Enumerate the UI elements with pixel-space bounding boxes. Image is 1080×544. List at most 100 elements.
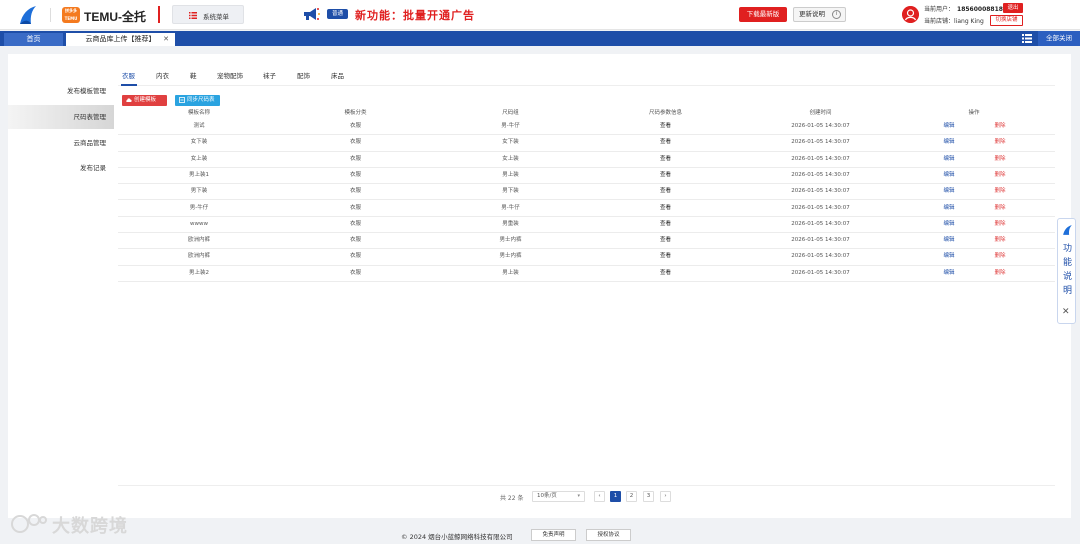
user-avatar-icon[interactable] [902, 6, 919, 23]
tab-accessories[interactable]: 配饰 [297, 70, 310, 80]
system-menu-button[interactable]: 系统菜单 [172, 5, 244, 24]
cell-created-time: 2026-01-05 14:30:07 [791, 269, 850, 276]
update-notes-button[interactable]: 更新说明 i [793, 7, 846, 22]
brand-accent-bar [158, 6, 160, 23]
table-row: 男下装 衣服 男下装 查看 2026-01-05 14:30:07 编辑 删除 [118, 184, 1055, 201]
page-tab-bar: 首页 云商品库上传【推荐】 ✕ 全部关闭 [0, 31, 1080, 46]
tab-shoes[interactable]: 鞋 [190, 70, 197, 80]
prev-page-button[interactable]: ‹ [594, 491, 605, 502]
delete-button[interactable]: 删除 [989, 233, 1011, 247]
cell-category: 衣服 [349, 269, 361, 276]
view-size-info-link[interactable]: 查看 [588, 249, 743, 263]
edit-button[interactable]: 编辑 [938, 152, 960, 166]
sidebar-item-cloud-products[interactable]: 云商品管理 [8, 131, 114, 155]
edit-button[interactable]: 编辑 [938, 233, 960, 247]
sidebar-item-publish-records[interactable]: 发布记录 [8, 156, 114, 180]
logout-button[interactable]: 退出 [1003, 3, 1023, 13]
download-latest-button[interactable]: 下载最新版 [739, 7, 787, 22]
license-button[interactable]: 授权协议 [586, 529, 631, 541]
view-size-info-link[interactable]: 查看 [588, 135, 743, 149]
table-row: 测试 衣服 男-牛仔 查看 2026-01-05 14:30:07 编辑 删除 [118, 119, 1055, 136]
view-size-info-link[interactable]: 查看 [588, 233, 743, 247]
switch-store-button[interactable]: 切换店铺 [990, 15, 1023, 26]
edit-button[interactable]: 编辑 [938, 119, 960, 133]
tab-list-icon[interactable] [1022, 34, 1032, 43]
cell-category: 衣服 [349, 123, 361, 129]
view-size-info-link[interactable]: 查看 [588, 184, 743, 198]
page-2-button[interactable]: 2 [626, 491, 637, 502]
view-size-info-link[interactable]: 查看 [588, 266, 743, 280]
delete-button[interactable]: 删除 [989, 152, 1011, 166]
cell-category: 衣服 [349, 171, 361, 178]
delete-button[interactable]: 删除 [989, 217, 1011, 231]
view-size-info-link[interactable]: 查看 [588, 201, 743, 215]
tab-home[interactable]: 首页 [4, 33, 63, 46]
disclaimer-button[interactable]: 免责声明 [531, 529, 576, 541]
edit-button[interactable]: 编辑 [938, 266, 960, 280]
cell-size-group: 男上装 [502, 269, 519, 276]
cell-size-group: 女上装 [502, 155, 519, 162]
sidebar-item-size-charts[interactable]: 尺码表管理 [8, 105, 114, 129]
sidebar-item-publish-templates[interactable]: 发布模板管理 [8, 79, 114, 103]
total-count: 共 22 条 [500, 495, 524, 502]
edit-button[interactable]: 编辑 [938, 217, 960, 231]
view-size-info-link[interactable]: 查看 [588, 119, 743, 133]
edit-button[interactable]: 编辑 [938, 135, 960, 149]
view-size-info-link[interactable]: 查看 [588, 217, 743, 231]
next-page-button[interactable]: › [660, 491, 671, 502]
sync-size-chart-label: 同步尺码表 [187, 97, 215, 103]
delete-button[interactable]: 删除 [989, 201, 1011, 215]
column-header-actions: 操作 [968, 110, 980, 116]
cell-template-name: 男下装 [190, 188, 208, 195]
cell-size-group: 女下装 [502, 139, 519, 146]
page-1-button[interactable]: 1 [610, 491, 621, 502]
edit-button[interactable]: 编辑 [938, 201, 960, 215]
tab-bedding[interactable]: 床品 [331, 70, 344, 80]
delete-button[interactable]: 删除 [989, 266, 1011, 280]
tab-socks[interactable]: 袜子 [263, 70, 276, 80]
sync-size-chart-button[interactable]: 同步尺码表 [175, 95, 220, 106]
view-size-info-link[interactable]: 查看 [588, 168, 743, 182]
delete-button[interactable]: 删除 [989, 184, 1011, 198]
tab-clothing[interactable]: 衣服 [122, 70, 135, 80]
tab-cloud-upload-label: 云商品库上传【推荐】 [85, 35, 156, 43]
active-tab-indicator [121, 84, 137, 86]
announcement-tag: 普通 [327, 9, 348, 19]
cell-category: 衣服 [349, 204, 361, 211]
sidebar: 发布模板管理 尺码表管理 云商品管理 发布记录 [8, 54, 114, 518]
view-size-info-link[interactable]: 查看 [588, 152, 743, 166]
page-3-button[interactable]: 3 [643, 491, 654, 502]
cell-size-group: 男士内裤 [499, 253, 522, 260]
header-divider [50, 8, 51, 22]
cell-created-time: 2026-01-05 14:30:07 [791, 237, 850, 244]
bluewhale-logo-icon [1063, 225, 1072, 235]
cell-created-time: 2026-01-05 14:30:07 [791, 220, 850, 227]
info-icon: i [832, 10, 841, 19]
cell-template-name: 男上装1 [189, 171, 209, 178]
cell-category: 衣服 [349, 155, 361, 162]
close-all-tabs-button[interactable]: 全部关闭 [1038, 31, 1080, 46]
page-size-value: 10条/页 [537, 493, 557, 499]
delete-button[interactable]: 删除 [989, 168, 1011, 182]
system-menu-label: 系统菜单 [203, 13, 229, 21]
footer: © 2024 烟台小蓝鲸网络科技有限公司 免责声明 授权协议 [0, 526, 1080, 544]
edit-button[interactable]: 编辑 [938, 168, 960, 182]
delete-button[interactable]: 删除 [989, 249, 1011, 263]
cell-template-name: 欧洲内裤 [187, 237, 210, 244]
table-row: 男-牛仔 衣服 男-牛仔 查看 2026-01-05 14:30:07 编辑 删除 [118, 201, 1055, 217]
tab-cloud-upload[interactable]: 云商品库上传【推荐】 ✕ [66, 33, 175, 46]
delete-button[interactable]: 删除 [989, 119, 1011, 133]
feature-help-panel[interactable]: 功能说明 ✕ [1057, 218, 1076, 324]
cell-template-name: 女上装 [190, 155, 208, 162]
cell-size-group: 男上装 [502, 171, 519, 178]
tab-underwear[interactable]: 内衣 [156, 70, 169, 80]
edit-button[interactable]: 编辑 [938, 184, 960, 198]
announcement-text[interactable]: 新功能：批量开通广告 [355, 7, 475, 23]
delete-button[interactable]: 删除 [989, 135, 1011, 149]
create-template-button[interactable]: 创建模板 [122, 95, 167, 106]
close-icon[interactable]: ✕ [1062, 307, 1070, 317]
edit-button[interactable]: 编辑 [938, 249, 960, 263]
close-icon[interactable]: ✕ [163, 33, 169, 46]
tab-pet-accessories[interactable]: 宠物配饰 [217, 70, 243, 80]
page-size-select[interactable]: 10条/页 ▾ [532, 491, 585, 502]
